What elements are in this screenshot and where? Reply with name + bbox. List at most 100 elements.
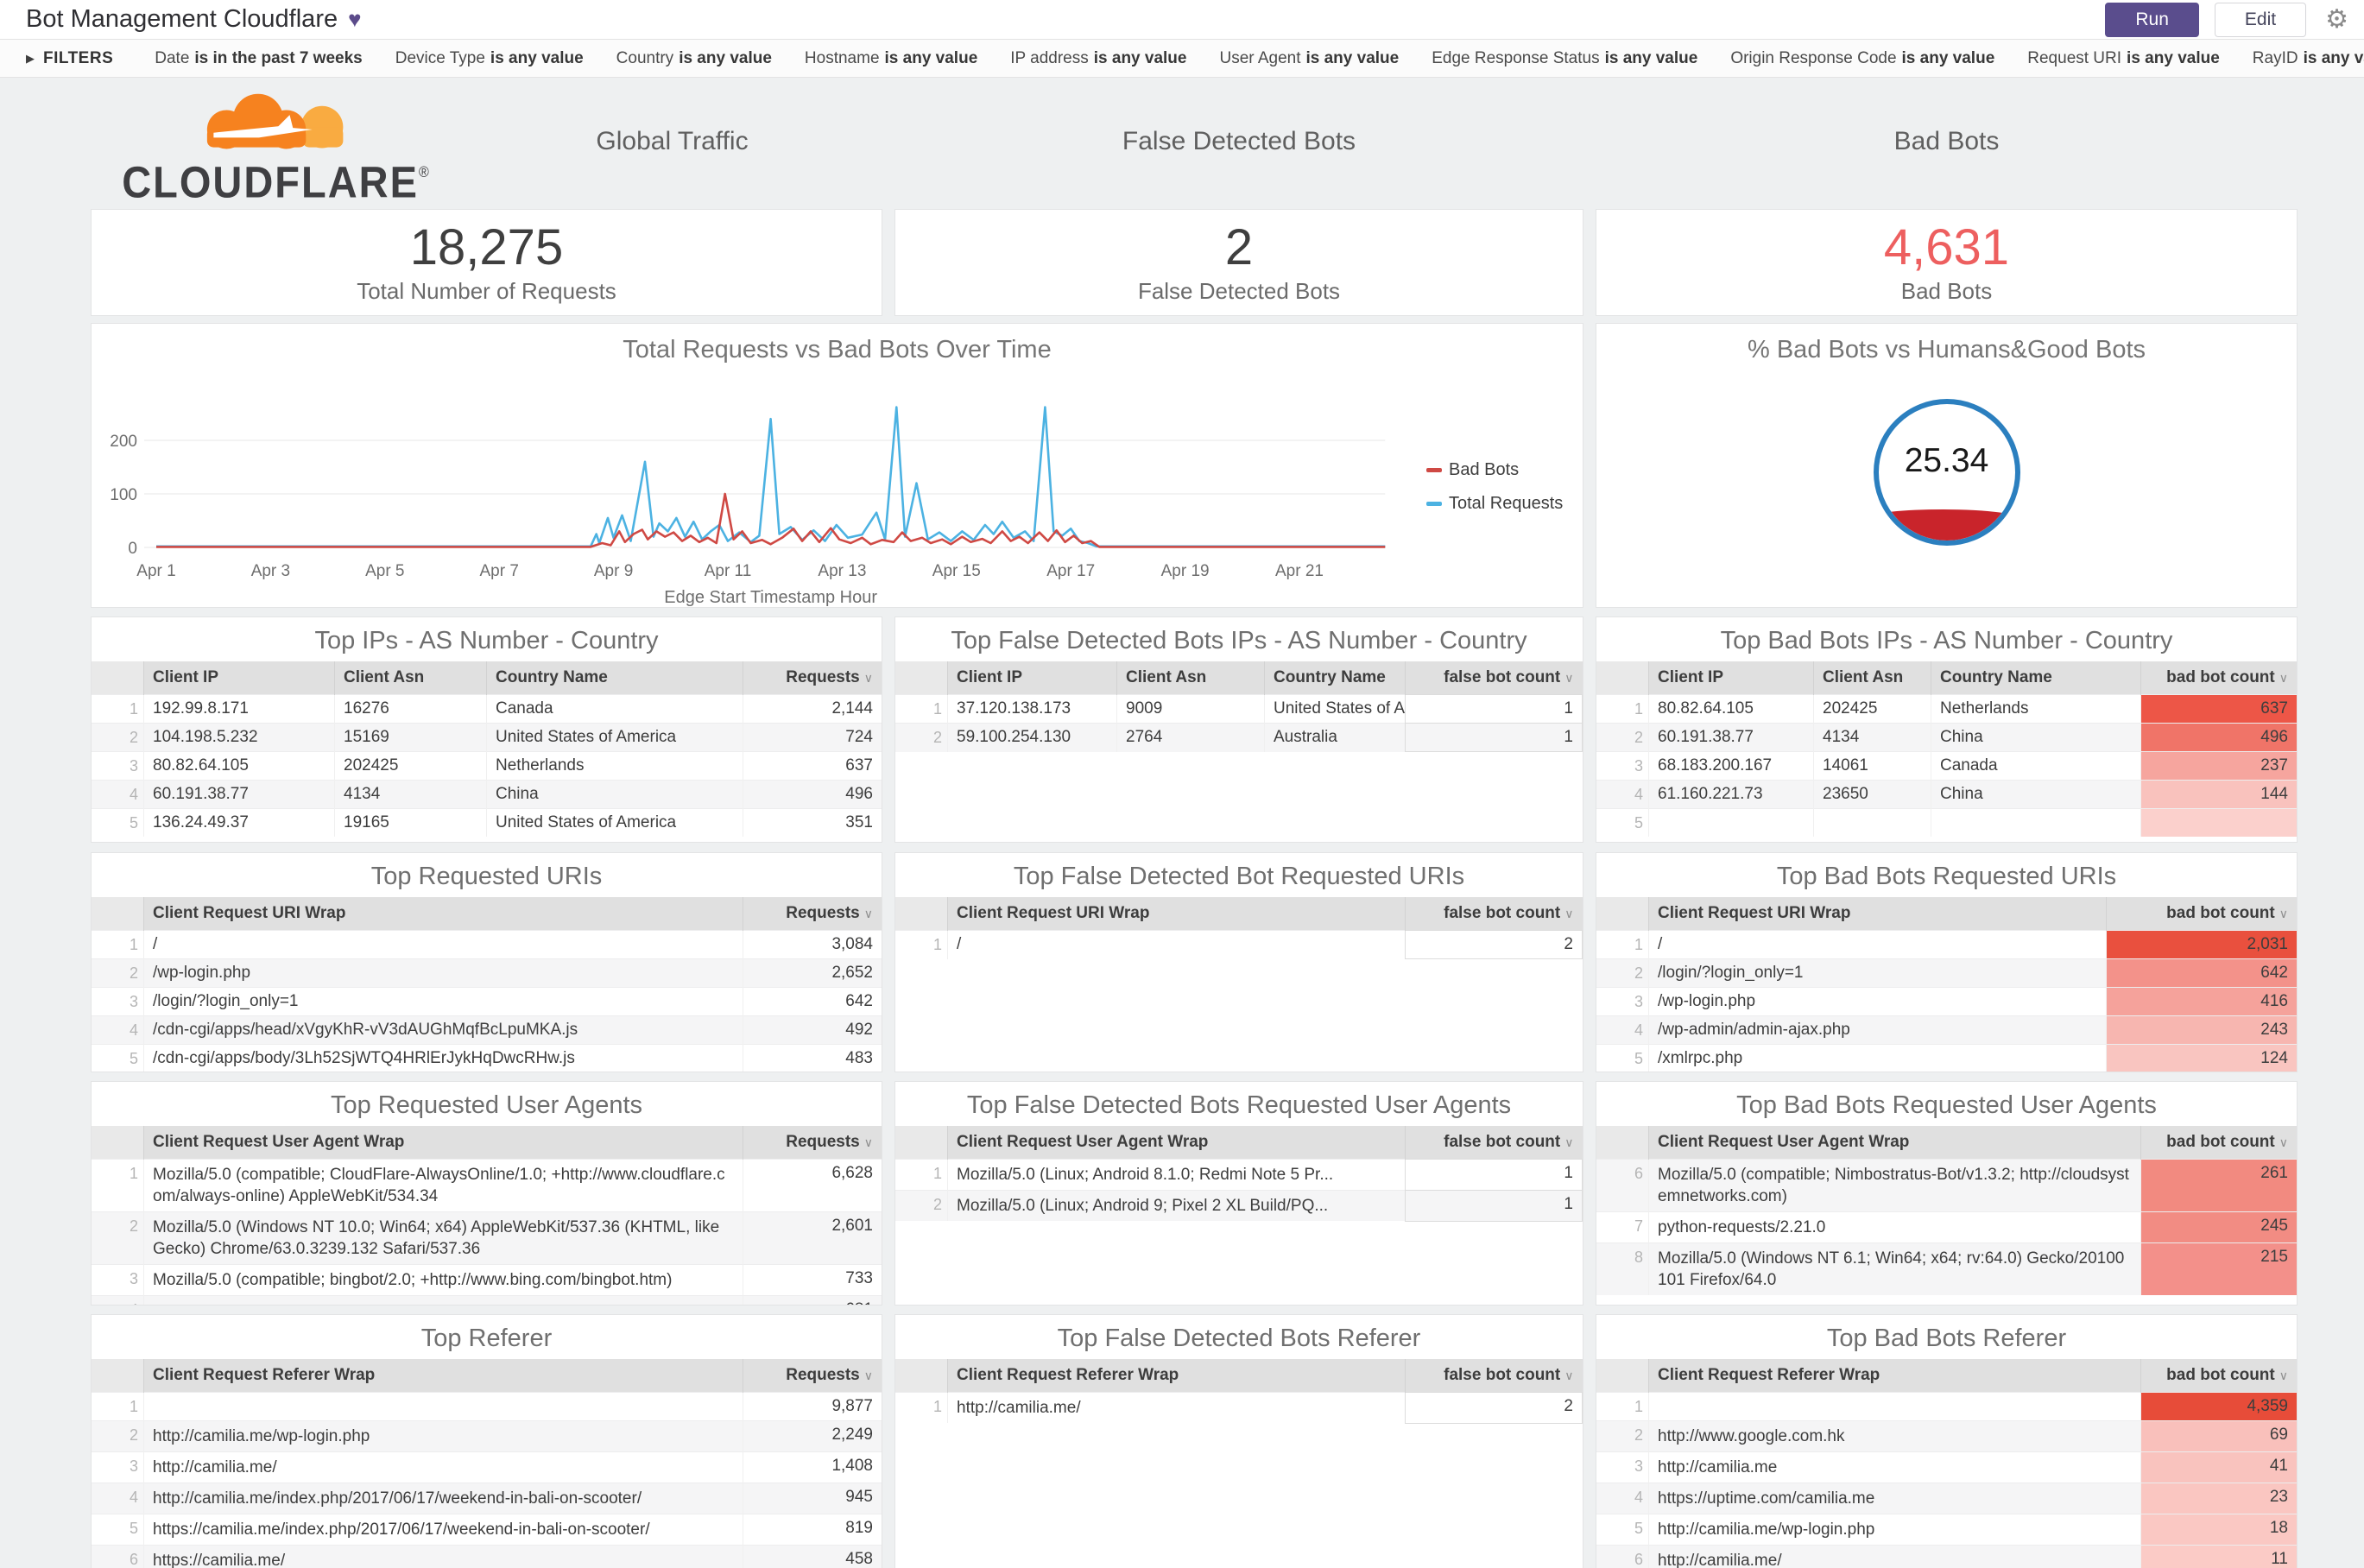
table-row[interactable]: 8 Mozilla/5.0 (Windows NT 6.1; Win64; x64…	[1596, 1242, 2297, 1295]
column-header[interactable]: Client Request URI Wrap	[1648, 897, 2107, 931]
column-header-label: Client IP	[957, 668, 1023, 686]
column-header[interactable]: Client Request URI Wrap	[947, 897, 1405, 931]
column-header[interactable]: Client Asn	[1116, 661, 1265, 695]
filter-chip[interactable]: Country is any value	[616, 49, 772, 67]
table-row[interactable]: 5 https://camilia.me/index.php/2017/06/17…	[92, 1514, 882, 1546]
row-number: 5	[92, 808, 144, 837]
table-row[interactable]: 3 80.82.64.105 202425 Netherlands 637	[92, 751, 882, 781]
table-row[interactable]: 4 60.191.38.77 4134 China 496	[92, 780, 882, 809]
table-row[interactable]: 5	[1596, 808, 2297, 837]
table-row[interactable]: 2 http://www.google.com.hk 69	[1596, 1420, 2297, 1452]
edit-button[interactable]: Edit	[2214, 2, 2307, 37]
table-row[interactable]: 4 61.160.221.73 23650 China 144	[1596, 780, 2297, 809]
table-row[interactable]: 5/xmlrpc.php 124	[1596, 1044, 2297, 1072]
column-header[interactable]: Client Request Referer Wrap	[947, 1359, 1405, 1393]
table-row[interactable]: 6 Mozilla/5.0 (compatible; Nimbostratus-B…	[1596, 1159, 2297, 1212]
column-header[interactable]: Client IP	[1648, 661, 1814, 695]
table-row[interactable]: 2 Mozilla/5.0 (Windows NT 10.0; Win64; x6…	[92, 1211, 882, 1265]
table-row[interactable]: 137.120.138.1739009United States of Amer…	[895, 694, 1583, 724]
column-header[interactable]: Client Asn	[1813, 661, 1931, 695]
table-row[interactable]: 3 http://camilia.me 41	[1596, 1451, 2297, 1483]
filter-chip[interactable]: IP address is any value	[1010, 49, 1186, 67]
column-header-sort[interactable]: false bot count ∨	[1404, 661, 1583, 695]
column-header[interactable]: Client IP	[143, 661, 335, 695]
table-row[interactable]: 4/wp-admin/admin-ajax.php 243	[1596, 1015, 2297, 1045]
filter-chip[interactable]: RayID is any value	[2253, 49, 2364, 67]
table-row[interactable]: 2/login/?login_only=1 642	[1596, 958, 2297, 988]
column-header-sort[interactable]: false bot count ∨	[1404, 1359, 1583, 1393]
filter-chip[interactable]: Hostname is any value	[805, 49, 977, 67]
filters-label[interactable]: FILTERS	[43, 49, 113, 68]
table-row[interactable]: 3 http://camilia.me/1,408	[92, 1451, 882, 1483]
column-header[interactable]: Client Request Referer Wrap	[143, 1359, 743, 1393]
filter-chip[interactable]: Date is in the past 7 weeks	[155, 49, 362, 67]
column-header-sort[interactable]: bad bot count ∨	[2106, 897, 2297, 931]
column-header[interactable]: Country Name	[1931, 661, 2141, 695]
filter-chip[interactable]: Edge Response Status is any value	[1432, 49, 1697, 67]
table-row[interactable]: 1 192.99.8.171 16276 Canada 2,144	[92, 694, 882, 724]
table-row[interactable]: 2 104.198.5.232 15169 United States of Amer…	[92, 723, 882, 752]
table-row[interactable]: 4 http://camilia.me/index.php/2017/06/17/…	[92, 1483, 882, 1514]
table-row[interactable]: 1/2	[895, 930, 1583, 959]
table-row[interactable]: 2 http://camilia.me/wp-login.php 2,249	[92, 1420, 882, 1452]
table-row[interactable]: 5 http://camilia.me/wp-login.php 18	[1596, 1514, 2297, 1546]
data-cell: China	[1931, 780, 2141, 809]
column-header[interactable]: Country Name	[1264, 661, 1405, 695]
table-row[interactable]: 2/wp-login.php 2,652	[92, 958, 882, 988]
table-row[interactable]: 2 Mozilla/5.0 (Linux; Android 9; Pixel 2 …	[895, 1190, 1583, 1222]
filters-expand-icon[interactable]: ▶	[26, 52, 35, 66]
column-header[interactable]: Country Name	[486, 661, 743, 695]
table-row[interactable]: 1 4,359	[1596, 1392, 2297, 1421]
table-row[interactable]: 5/cdn-cgi/apps/body/3Lh52SjWTQ4HRlErJykH…	[92, 1044, 882, 1072]
table-row[interactable]: 3/wp-login.php 416	[1596, 987, 2297, 1016]
table-row[interactable]: 5 136.24.49.37 19165 United States of Ameri…	[92, 808, 882, 837]
filter-chip[interactable]: Device Type is any value	[395, 49, 584, 67]
column-header-sort[interactable]: Requests ∨	[743, 1359, 882, 1393]
row-number: 2	[1596, 1420, 1649, 1452]
filter-chip[interactable]: User Agent is any value	[1219, 49, 1399, 67]
table-row[interactable]: 4 681	[92, 1295, 882, 1305]
table-row[interactable]: 1 Mozilla/5.0 (compatible; CloudFlare-Alw…	[92, 1159, 882, 1212]
column-header-sort[interactable]: Requests ∨	[743, 1126, 882, 1160]
filter-chip[interactable]: Origin Response Code is any value	[1730, 49, 1994, 67]
column-header-sort[interactable]: bad bot count ∨	[2140, 661, 2297, 695]
table-row[interactable]: 4 https://uptime.com/camilia.me 23	[1596, 1483, 2297, 1514]
column-header[interactable]: Client Request User Agent Wrap	[947, 1126, 1405, 1160]
column-header-sort[interactable]: bad bot count ∨	[2140, 1126, 2297, 1160]
run-button[interactable]: Run	[2105, 2, 2199, 37]
gear-icon[interactable]: ⚙	[2325, 4, 2348, 35]
table-row[interactable]: 6 http://camilia.me/11	[1596, 1545, 2297, 1568]
column-header-sort[interactable]: false bot count ∨	[1404, 897, 1583, 931]
table-row[interactable]: 7 python-requests/2.21.0 245	[1596, 1211, 2297, 1243]
legend-item[interactable]: Total Requests	[1426, 494, 1563, 514]
column-header[interactable]: Client Asn	[334, 661, 487, 695]
table-row[interactable]: 1 80.82.64.105 202425 Netherlands 637	[1596, 694, 2297, 724]
column-header-sort[interactable]: Requests ∨	[743, 661, 882, 695]
table-row[interactable]: 2 59.100.254.130 2764 Australia 1	[895, 723, 1583, 752]
column-header[interactable]: Client Request User Agent Wrap	[1648, 1126, 2141, 1160]
table-row[interactable]: 1/3,084	[92, 930, 882, 959]
table-row[interactable]: 1 9,877	[92, 1392, 882, 1421]
column-header[interactable]: Client Request Referer Wrap	[1648, 1359, 2141, 1393]
table-row[interactable]: 4/cdn-cgi/apps/head/xVgyKhR-vV3dAUGhMqfB…	[92, 1015, 882, 1045]
table-row[interactable]: 1 Mozilla/5.0 (Linux; Android 8.1.0; Redm…	[895, 1159, 1583, 1191]
legend-item[interactable]: Bad Bots	[1426, 460, 1563, 480]
column-header-sort[interactable]: bad bot count ∨	[2140, 1359, 2297, 1393]
data-cell: http://camilia.me/wp-login.php	[1648, 1514, 2141, 1546]
table-row[interactable]: 1/2,031	[1596, 930, 2297, 959]
row-number-header	[895, 661, 948, 695]
table-row[interactable]: 6 https://camilia.me/458	[92, 1545, 882, 1568]
column-header[interactable]: Client IP	[947, 661, 1117, 695]
column-header[interactable]: Client Request User Agent Wrap	[143, 1126, 743, 1160]
column-header[interactable]: Client Request URI Wrap	[143, 897, 743, 931]
filter-chip[interactable]: Request URI is any value	[2027, 49, 2220, 67]
table-row[interactable]: 3/login/?login_only=1 642	[92, 987, 882, 1016]
table-row[interactable]: 3 Mozilla/5.0 (compatible; bingbot/2.0; +…	[92, 1264, 882, 1296]
table-row[interactable]: 2 60.191.38.77 4134 China 496	[1596, 723, 2297, 752]
column-header-sort[interactable]: Requests ∨	[743, 897, 882, 931]
table-row[interactable]: 3 68.183.200.167 14061 Canada 237	[1596, 751, 2297, 781]
column-header-sort[interactable]: false bot count ∨	[1404, 1126, 1583, 1160]
table-row[interactable]: 1 http://camilia.me/2	[895, 1392, 1583, 1424]
filters-bar: ▶ FILTERS Date is in the past 7 weeks Devi…	[0, 40, 2364, 78]
timeseries-chart[interactable]: 0 100 200 Apr 1 Apr 3 Apr 5 Apr 7 Apr 9 Apr 11 Ap…	[92, 366, 1421, 608]
